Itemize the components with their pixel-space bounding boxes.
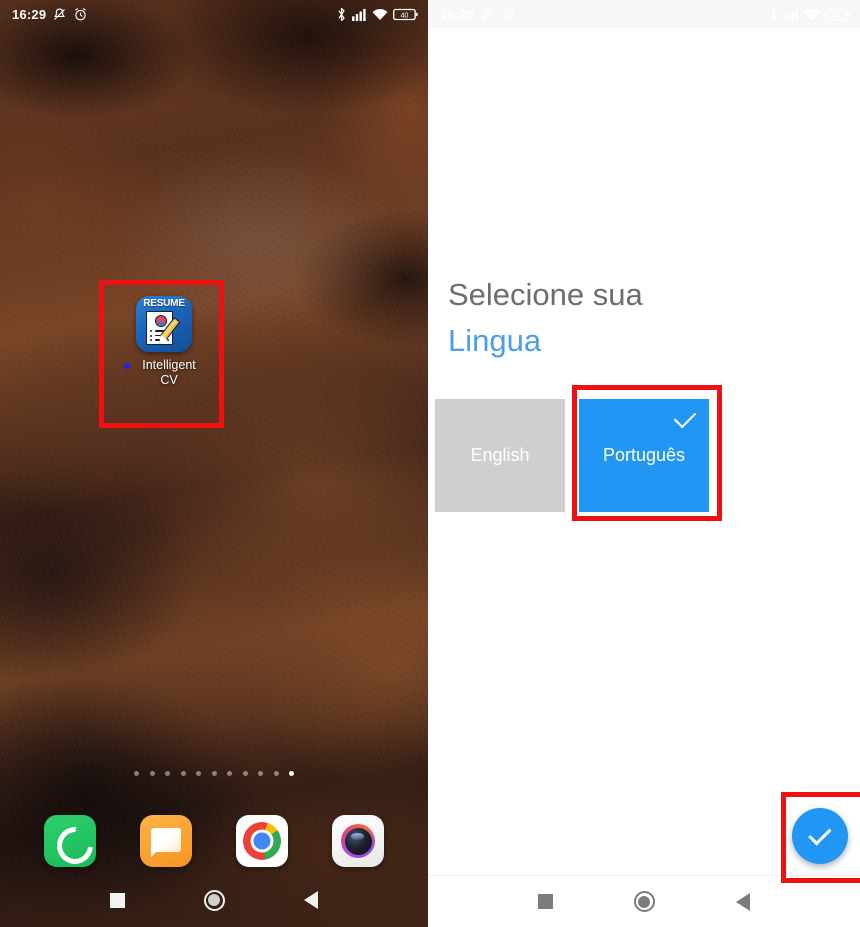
dock-icon-phone[interactable]	[44, 815, 96, 867]
wifi-icon	[804, 8, 820, 20]
page-dot[interactable]	[134, 771, 139, 776]
bluetooth-icon	[770, 7, 777, 21]
language-label: Português	[602, 445, 686, 465]
page-dot[interactable]	[258, 771, 263, 776]
page-dot[interactable]	[273, 771, 279, 776]
status-bar-right-left-group: 16:29	[440, 7, 516, 22]
battery-icon: 40	[825, 8, 850, 20]
recents-button-icon[interactable]	[109, 892, 125, 908]
page-dot[interactable]	[196, 771, 201, 776]
check-icon	[673, 405, 697, 429]
language-tile-portugues[interactable]: Português	[579, 399, 709, 512]
battery-icon: 40	[393, 8, 418, 20]
page-dot[interactable]	[227, 771, 232, 776]
check-icon	[807, 822, 831, 846]
back-button-icon[interactable]	[304, 891, 319, 909]
cellular-signal-icon	[784, 8, 798, 21]
silent-mode-icon	[54, 7, 66, 20]
home-button-icon[interactable]	[633, 891, 655, 912]
app-icon-resume-text: RESUME	[143, 298, 185, 309]
page-dot[interactable]	[180, 771, 186, 776]
status-bar-left: 16:29 40	[0, 0, 428, 28]
doc-bullet	[150, 330, 153, 333]
home-button-icon[interactable]	[203, 889, 225, 911]
camera-lens	[344, 827, 372, 855]
avatar-graphic	[154, 315, 167, 327]
wifi-icon	[372, 8, 388, 20]
alarm-icon	[503, 7, 515, 20]
battery-level-text: 40	[400, 11, 408, 19]
silent-mode-icon	[482, 7, 494, 20]
wallpaper	[0, 0, 428, 927]
battery-level-text: 40	[832, 11, 840, 19]
notification-dot	[124, 363, 130, 369]
intelligent-cv-app-icon[interactable]: RESUME	[136, 296, 192, 352]
page-indicator[interactable]	[0, 771, 428, 776]
status-bar-left-group: 16:29	[12, 7, 88, 22]
confirm-fab-button[interactable]	[792, 808, 848, 864]
chrome-logo-icon	[243, 822, 281, 860]
status-bar-right: 16:29 40	[428, 0, 860, 28]
back-button-icon[interactable]	[735, 892, 750, 911]
page-dot[interactable]	[165, 771, 170, 776]
status-bar-right-group: 40	[336, 7, 418, 22]
alarm-icon	[75, 7, 87, 20]
page-dot-active[interactable]	[289, 771, 294, 776]
app-label: Intelligent CV	[142, 358, 196, 387]
camera-ring	[341, 824, 375, 858]
left-phone-home-screen: 16:29 40 RESUME Intelligent CV	[0, 0, 428, 927]
dock	[0, 810, 428, 872]
app-label-wrap: Intelligent CV	[117, 358, 211, 388]
recents-button-icon[interactable]	[538, 894, 554, 909]
page-dot[interactable]	[242, 771, 248, 776]
dock-icon-messages[interactable]	[140, 815, 192, 867]
right-phone-app-screen: 16:29 40 Selecione sua Lingua English Po…	[428, 0, 860, 927]
nav-bar-left	[0, 873, 428, 927]
cellular-signal-icon	[352, 8, 366, 21]
bluetooth-icon	[338, 7, 345, 21]
status-bar-right-right-group: 40	[768, 7, 850, 22]
dock-icon-camera[interactable]	[332, 815, 384, 867]
nav-bar-right	[428, 875, 860, 927]
language-options: English Português	[435, 399, 709, 512]
page-dot[interactable]	[149, 771, 155, 776]
page-title-line2: Lingua	[448, 323, 542, 358]
doc-bullet	[150, 339, 153, 342]
dual-phone-screenshot: 16:29 40 RESUME Intelligent CV 16:29 40 …	[0, 0, 860, 927]
page-title-line1: Selecione sua	[448, 277, 643, 312]
page-dot[interactable]	[211, 771, 217, 776]
doc-bullet	[150, 334, 153, 337]
language-tile-english[interactable]: English	[435, 399, 565, 512]
page-title: Selecione sua Lingua	[448, 272, 643, 364]
wallpaper-vignette	[0, 0, 428, 927]
home-app-intelligent-cv[interactable]: RESUME Intelligent CV	[117, 296, 211, 388]
status-time: 16:29	[12, 6, 47, 22]
dock-icon-chrome[interactable]	[236, 815, 288, 867]
language-label: English	[470, 445, 530, 465]
status-time: 16:29	[440, 6, 475, 22]
